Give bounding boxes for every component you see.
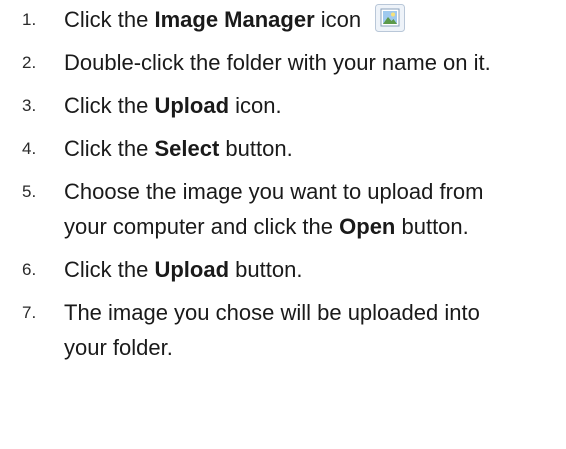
step-text: button. <box>229 257 303 282</box>
step-text: Click the <box>64 7 155 32</box>
step-3: 3. Click the Upload icon. <box>0 88 566 123</box>
step-number: 2. <box>22 53 37 72</box>
step-emphasis: Select <box>154 136 220 161</box>
step-7: 7. The image you chose will be uploaded … <box>0 295 566 365</box>
step-1: 1. Click the Image Manager icon <box>0 2 566 37</box>
step-text: button. <box>219 136 293 161</box>
step-emphasis: Open <box>339 214 396 239</box>
step-text: The image you chose will be uploaded int… <box>64 300 480 360</box>
instruction-list: 1. Click the Image Manager icon 2. Doubl… <box>0 2 566 373</box>
step-number: 5. <box>22 182 37 201</box>
step-text: Click the <box>64 93 155 118</box>
step-number: 4. <box>22 139 37 158</box>
image-manager-icon <box>375 4 406 33</box>
step-number: 6. <box>22 260 37 279</box>
step-text: button. <box>395 214 469 239</box>
step-text: Click the <box>64 136 155 161</box>
step-emphasis: Upload <box>154 93 230 118</box>
step-6: 6. Click the Upload button. <box>0 252 566 287</box>
step-text: Double-click the folder with your name o… <box>64 50 491 75</box>
step-number: 7. <box>22 303 37 322</box>
step-2: 2. Double-click the folder with your nam… <box>0 45 566 80</box>
step-emphasis: Upload <box>154 257 230 282</box>
step-5: 5. Choose the image you want to upload f… <box>0 174 566 244</box>
step-4: 4. Click the Select button. <box>0 131 566 166</box>
step-text: icon. <box>229 93 282 118</box>
step-emphasis: Image Manager <box>154 7 315 32</box>
step-text: Click the <box>64 257 155 282</box>
step-number: 3. <box>22 96 37 115</box>
step-text: icon <box>314 7 362 32</box>
step-number: 1. <box>22 10 37 29</box>
